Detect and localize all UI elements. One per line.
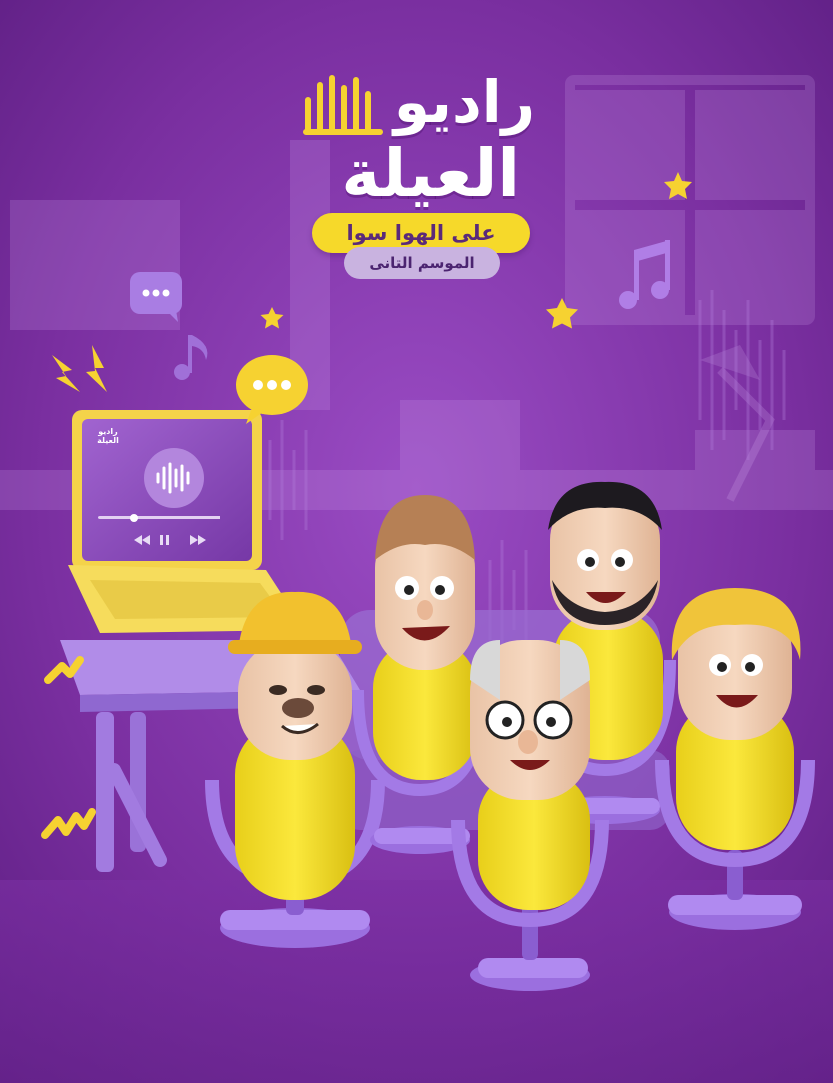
title-line-2: العيلة xyxy=(341,135,520,212)
speech-bubble-purple-icon xyxy=(130,272,182,322)
season-badge: الموسم التانى xyxy=(344,247,500,279)
music-note-purple-icon xyxy=(619,240,670,309)
speech-bubble-yellow-icon xyxy=(236,355,308,424)
poster: راديو العيلة راديو العيلة على الهوا سوا … xyxy=(0,0,833,1083)
sound-wave-logo-icon xyxy=(303,75,383,135)
lightning-icon xyxy=(52,345,107,392)
squiggle-icon xyxy=(41,656,96,839)
title-line-1: راديو xyxy=(393,68,535,136)
music-note-small-icon xyxy=(174,335,208,380)
